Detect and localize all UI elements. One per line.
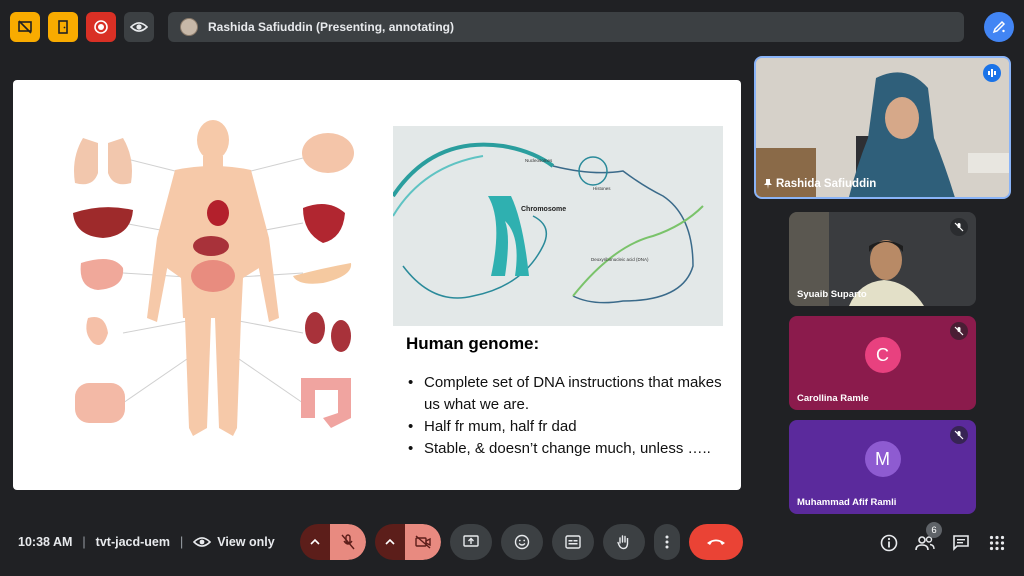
participant-tile[interactable]: M Muhammad Afif Ramli xyxy=(789,420,976,514)
avatar: C xyxy=(864,337,901,374)
chat-button[interactable] xyxy=(950,532,972,554)
avatar: M xyxy=(864,441,901,478)
mic-control-group xyxy=(300,524,366,560)
speaking-indicator xyxy=(983,64,1001,82)
mic-off-icon xyxy=(954,222,964,232)
histones-label: Histones xyxy=(593,186,611,191)
top-bar: Rashida Safiuddin (Presenting, annotatin… xyxy=(10,10,1014,44)
presenter-avatar xyxy=(180,18,198,36)
leave-presentation-button[interactable] xyxy=(48,12,78,42)
presentation-slide: Chromosome Nucleosomes Histones Deoxyrib… xyxy=(13,80,741,490)
audio-wave-icon xyxy=(988,69,996,77)
door-exit-icon xyxy=(58,20,68,34)
participant-tile[interactable]: C Carollina Ramle xyxy=(789,316,976,410)
call-end-icon xyxy=(707,539,725,545)
camera-control-group xyxy=(375,524,441,560)
separator: | xyxy=(180,535,184,549)
video-options-button[interactable] xyxy=(375,524,405,560)
videocam-off-icon xyxy=(415,535,431,549)
chat-icon xyxy=(953,535,969,551)
presenter-banner: Rashida Safiuddin (Presenting, annotatin… xyxy=(168,12,964,42)
call-controls xyxy=(300,524,743,560)
record-icon xyxy=(94,20,108,34)
eye-icon xyxy=(130,22,148,32)
pin-icon xyxy=(764,179,772,189)
participant-tile[interactable]: Syuaib Suparto xyxy=(789,212,976,306)
more-options-button[interactable] xyxy=(654,524,680,560)
chevron-up-icon xyxy=(385,538,395,545)
meet-window: Rashida Safiuddin (Presenting, annotatin… xyxy=(0,0,1024,576)
nucleosomes-label: Nucleosomes xyxy=(525,158,553,163)
participant-name: Carollina Ramle xyxy=(797,393,869,404)
present-screen-button[interactable] xyxy=(450,524,492,560)
muted-indicator xyxy=(950,218,968,236)
presenter-text: Rashida Safiuddin (Presenting, annotatin… xyxy=(208,20,455,34)
side-panel-controls: 6 xyxy=(878,522,1008,554)
present-to-all-off-icon xyxy=(18,20,32,34)
human-anatomy-illustration xyxy=(73,120,354,436)
annotate-button[interactable] xyxy=(984,12,1014,42)
chevron-up-icon xyxy=(310,538,320,545)
clock-time: 10:38 AM xyxy=(18,535,73,549)
dna-chromosome-diagram: Chromosome Nucleosomes Histones Deoxyrib… xyxy=(393,126,723,326)
participant-name: Rashida Safiuddin xyxy=(764,178,876,190)
slide-heading: Human genome: xyxy=(406,334,540,353)
meeting-info: 10:38 AM | tvt-jacd-uem | View only xyxy=(18,535,275,549)
emoji-icon xyxy=(514,534,530,550)
recording-button[interactable] xyxy=(86,12,116,42)
captions-button[interactable] xyxy=(552,524,594,560)
participant-tile-presenter[interactable]: Rashida Safiuddin xyxy=(754,56,1011,199)
mic-off-icon xyxy=(341,534,355,550)
chromosome-label: Chromosome xyxy=(521,206,566,213)
people-button[interactable]: 6 xyxy=(914,522,942,554)
annotate-pen-icon xyxy=(992,20,1006,34)
microphone-toggle-button[interactable] xyxy=(330,524,366,560)
separator: | xyxy=(82,535,86,549)
apps-grid-icon xyxy=(989,535,1005,551)
meeting-details-button[interactable] xyxy=(878,532,900,554)
reactions-button[interactable] xyxy=(501,524,543,560)
muted-indicator xyxy=(950,322,968,340)
audio-options-button[interactable] xyxy=(300,524,330,560)
eye-icon xyxy=(193,537,212,547)
bullet-item: Half fr mum, half fr dad xyxy=(406,416,726,438)
more-vert-icon xyxy=(665,535,669,549)
slide-bullet-list: Complete set of DNA instructions that ma… xyxy=(406,372,726,460)
mic-off-icon xyxy=(954,326,964,336)
leave-call-button[interactable] xyxy=(689,524,743,560)
bullet-item: Complete set of DNA instructions that ma… xyxy=(406,372,726,416)
view-only-indicator[interactable]: View only xyxy=(193,535,275,549)
dna-label: Deoxyribonucleic acid (DNA) xyxy=(591,257,649,262)
muted-indicator xyxy=(950,426,968,444)
meeting-code: tvt-jacd-uem xyxy=(95,535,170,549)
bottom-bar: 10:38 AM | tvt-jacd-uem | View only 6 xyxy=(0,516,1024,576)
mic-off-icon xyxy=(954,430,964,440)
raise-hand-button[interactable] xyxy=(603,524,645,560)
bullet-item: Stable, & doesn’t change much, unless ….… xyxy=(406,438,726,460)
info-icon xyxy=(880,534,898,552)
people-count-badge: 6 xyxy=(926,522,942,538)
closed-caption-icon xyxy=(565,535,581,549)
participant-name: Muhammad Afif Ramli xyxy=(797,497,897,508)
hand-icon xyxy=(617,535,629,550)
activities-button[interactable] xyxy=(986,532,1008,554)
viewers-button[interactable] xyxy=(124,12,154,42)
present-to-all-icon xyxy=(463,535,479,547)
camera-toggle-button[interactable] xyxy=(405,524,441,560)
stop-presenting-button[interactable] xyxy=(10,12,40,42)
participant-name: Syuaib Suparto xyxy=(797,289,867,300)
